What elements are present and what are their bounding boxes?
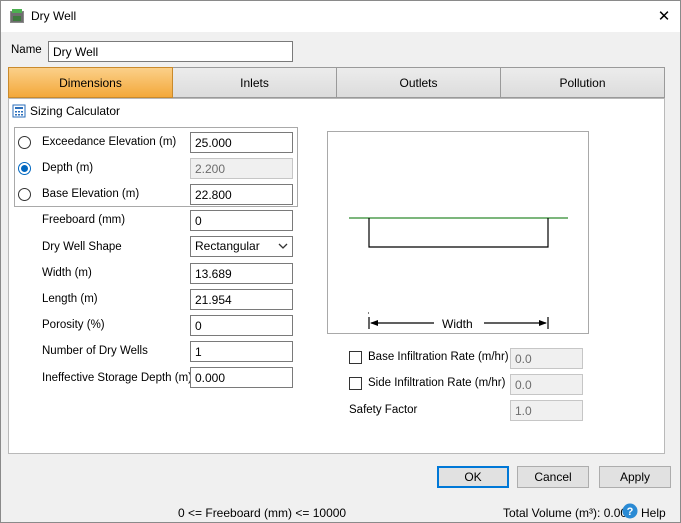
number-of-wells-input[interactable] bbox=[190, 341, 293, 362]
tab-inlets[interactable]: Inlets bbox=[173, 67, 337, 98]
calculator-icon[interactable] bbox=[12, 104, 26, 118]
freeboard-label: Freeboard (mm) bbox=[42, 214, 126, 226]
length-label: Length (m) bbox=[42, 293, 98, 305]
svg-text:?: ? bbox=[627, 506, 634, 518]
tab-outlets[interactable]: Outlets bbox=[337, 67, 501, 98]
depth-input bbox=[190, 158, 293, 179]
exceedance-elevation-input[interactable] bbox=[190, 132, 293, 153]
safety-factor-input bbox=[510, 400, 583, 421]
number-of-wells-label: Number of Dry Wells bbox=[42, 345, 148, 357]
name-input[interactable] bbox=[48, 41, 293, 62]
dry-well-preview: Width bbox=[327, 131, 589, 334]
exceedance-elevation-label: Exceedance Elevation (m) bbox=[42, 136, 177, 148]
well-outline bbox=[368, 218, 549, 248]
length-input[interactable] bbox=[190, 289, 293, 310]
chevron-down-icon bbox=[278, 243, 288, 249]
side-infiltration-input bbox=[510, 374, 583, 395]
ineffective-storage-input[interactable] bbox=[190, 367, 293, 388]
base-infiltration-input bbox=[510, 348, 583, 369]
width-label: Width (m) bbox=[42, 267, 92, 279]
side-infiltration-label: Side Infiltration Rate (m/hr) bbox=[368, 377, 506, 389]
help-link[interactable]: Help bbox=[641, 506, 666, 520]
arrow-right-icon bbox=[539, 320, 547, 326]
safety-factor-label: Safety Factor bbox=[349, 404, 418, 416]
base-elevation-label: Base Elevation (m) bbox=[42, 188, 140, 200]
shape-select-value: Rectangular bbox=[195, 239, 260, 253]
cancel-button[interactable]: Cancel bbox=[517, 466, 589, 488]
tab-pollution[interactable]: Pollution bbox=[501, 67, 665, 98]
depth-radio[interactable] bbox=[18, 162, 31, 175]
tab-dimensions[interactable]: Dimensions bbox=[8, 67, 173, 98]
tab-strip: Dimensions Inlets Outlets Pollution bbox=[8, 67, 665, 98]
porosity-label: Porosity (%) bbox=[42, 319, 105, 331]
exceedance-elevation-radio[interactable] bbox=[18, 136, 31, 149]
width-input[interactable] bbox=[190, 263, 293, 284]
close-button[interactable]: ✕ bbox=[649, 2, 679, 30]
window-title: Dry Well bbox=[31, 9, 77, 23]
dry-well-dialog: Dry Well ✕ Name Dimensions Inlets Outlet… bbox=[0, 0, 681, 523]
freeboard-input[interactable] bbox=[190, 210, 293, 231]
apply-button[interactable]: Apply bbox=[599, 466, 671, 488]
base-infiltration-label: Base Infiltration Rate (m/hr) bbox=[368, 351, 509, 363]
shape-label: Dry Well Shape bbox=[42, 241, 122, 253]
total-volume: Total Volume (m³): 0.000 bbox=[503, 506, 634, 520]
name-label: Name bbox=[11, 44, 42, 56]
help-icon[interactable]: ? bbox=[622, 503, 638, 519]
close-icon: ✕ bbox=[657, 8, 671, 25]
dry-well-diagram bbox=[349, 217, 568, 329]
ineffective-storage-label: Ineffective Storage Depth (m) bbox=[42, 372, 192, 384]
base-infiltration-checkbox[interactable] bbox=[349, 351, 362, 364]
shape-select[interactable]: Rectangular bbox=[190, 236, 293, 257]
porosity-input[interactable] bbox=[190, 315, 293, 336]
title-bar: Dry Well ✕ bbox=[1, 1, 680, 32]
ok-button[interactable]: OK bbox=[437, 466, 509, 488]
depth-label: Depth (m) bbox=[42, 162, 94, 174]
side-infiltration-checkbox[interactable] bbox=[349, 377, 362, 390]
width-dimension-label: Width bbox=[442, 317, 473, 331]
arrow-left-icon bbox=[370, 320, 378, 326]
base-elevation-radio[interactable] bbox=[18, 188, 31, 201]
sizing-calculator-label[interactable]: Sizing Calculator bbox=[30, 104, 120, 118]
range-hint: 0 <= Freeboard (mm) <= 10000 bbox=[178, 506, 347, 520]
base-elevation-input[interactable] bbox=[190, 184, 293, 205]
dry-well-app-icon bbox=[10, 9, 24, 23]
